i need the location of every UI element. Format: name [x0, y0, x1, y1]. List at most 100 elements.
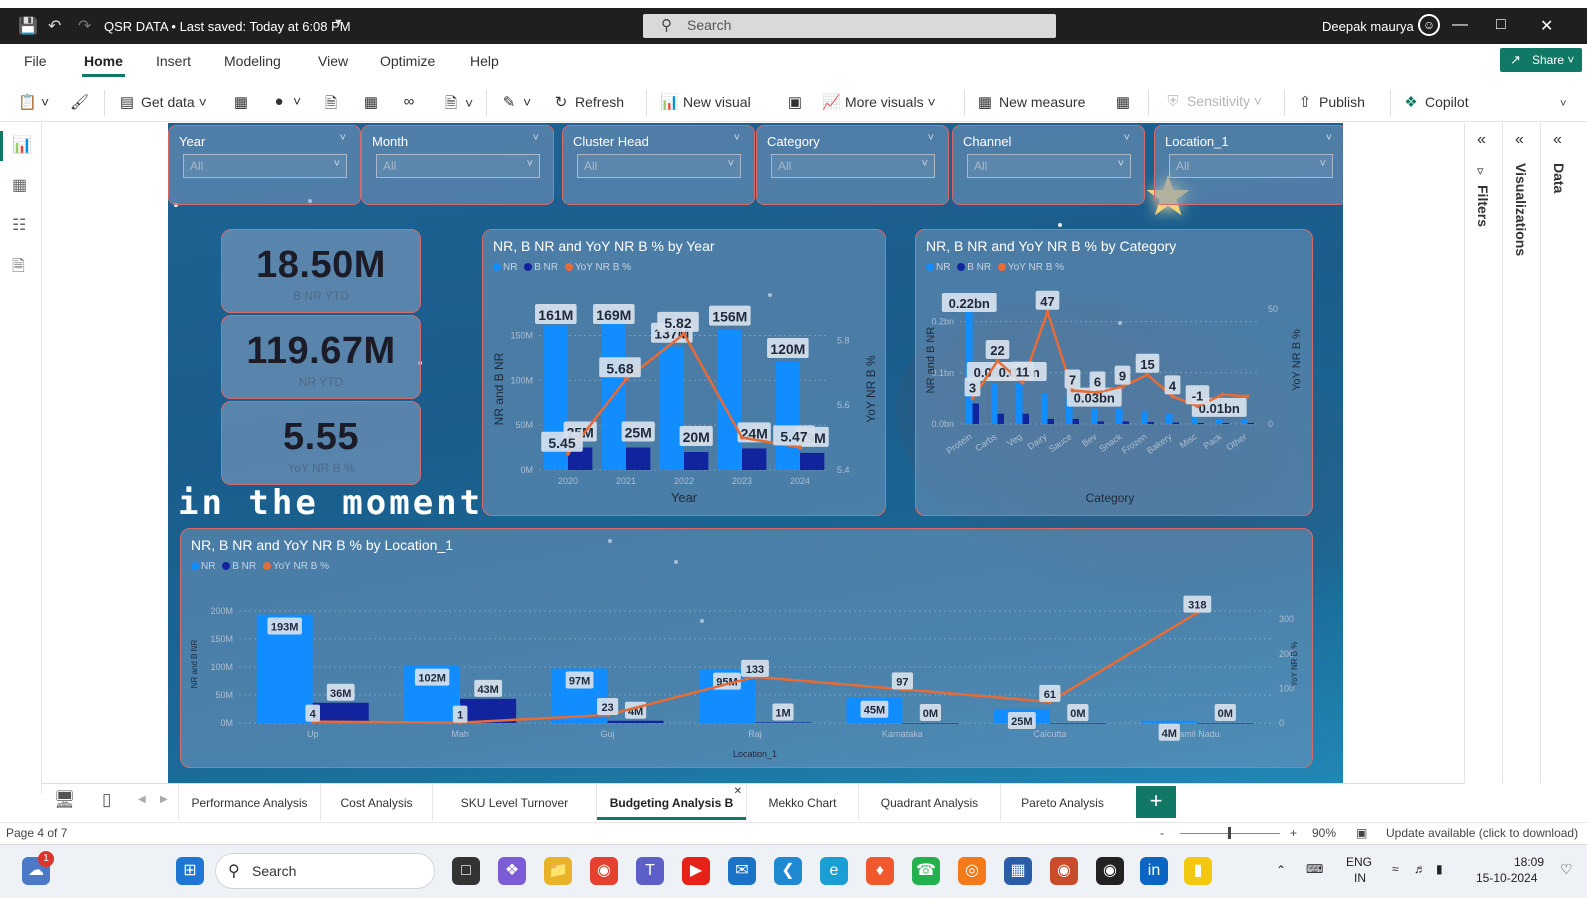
minimize-icon[interactable]: — — [1452, 16, 1468, 34]
slicer-dropdown[interactable]: All ˅ — [771, 154, 935, 178]
collapse-chevron-icon[interactable]: « — [1553, 131, 1562, 149]
slicer-channel[interactable]: Channel ˅ All ˅ — [952, 125, 1145, 205]
redo-icon[interactable]: ↷ — [78, 16, 91, 36]
chevron-down-icon[interactable]: ▼ — [333, 17, 344, 29]
slicer-month[interactable]: Month ˅ All ˅ — [361, 125, 554, 205]
zoom-out-icon[interactable]: - — [1160, 826, 1164, 840]
tab-budgeting-analysis-b[interactable]: Budgeting Analysis B ✕ — [596, 784, 746, 820]
text-box-button[interactable]: ▣ — [786, 93, 809, 111]
volume-icon[interactable]: ♬ — [1414, 862, 1426, 876]
battery-icon[interactable]: ▮ — [1436, 862, 1443, 876]
report-canvas[interactable]: ★ Year ˅ All˅ Month ˅ All˅ Cluster Head … — [168, 123, 1343, 783]
zoom-level[interactable]: 90% — [1312, 826, 1336, 840]
close-icon[interactable]: ✕ — [1540, 16, 1553, 36]
table-view-icon[interactable]: ▦ — [12, 175, 27, 195]
document-title[interactable]: QSR DATA • Last saved: Today at 6:08 PM — [104, 19, 351, 34]
onelake-button[interactable]: ● ˅ — [270, 93, 301, 110]
next-page-icon[interactable]: ▶ — [160, 794, 168, 805]
sql-button[interactable]: 🗎 — [322, 93, 345, 118]
get-data-button[interactable]: ▤ Get data ˅ — [118, 93, 207, 111]
power-bi-icon[interactable]: ▮ — [1184, 857, 1212, 885]
clock-date[interactable]: 15-10-2024 — [1476, 871, 1537, 885]
tab-mekko-chart[interactable]: Mekko Chart — [746, 784, 858, 820]
maximize-icon[interactable]: □ — [1496, 16, 1506, 34]
slicer-dropdown[interactable]: All ˅ — [183, 154, 347, 178]
excel-button[interactable]: ▦ — [232, 93, 255, 111]
format-painter-button[interactable]: 🖌 — [70, 93, 93, 111]
youtube-icon[interactable]: ▶ — [682, 857, 710, 885]
slicer-cluster-head[interactable]: Cluster Head ˅ All ˅ — [562, 125, 755, 205]
mail-icon[interactable]: ✉ — [728, 857, 756, 885]
visualizations-label[interactable]: Visualizations — [1513, 163, 1529, 256]
menu-view[interactable]: View — [318, 53, 348, 69]
chrome-icon[interactable]: ◉ — [590, 857, 618, 885]
kpi-card-nr-ytd[interactable]: 119.67M NR YTD — [221, 315, 421, 399]
menu-insert[interactable]: Insert — [156, 53, 191, 69]
chrome-profile-icon[interactable]: ◉ — [1050, 857, 1078, 885]
save-icon[interactable]: 💾 — [18, 16, 38, 36]
slicer-category[interactable]: Category ˅ All ˅ — [756, 125, 949, 205]
title-search-box[interactable]: ⚲ Search — [643, 14, 1056, 38]
linkedin-icon[interactable]: in — [1140, 857, 1168, 885]
brave-icon[interactable]: ♦ — [866, 857, 894, 885]
refresh-button[interactable]: ↻ Refresh — [552, 93, 624, 111]
chart-nr-by-year[interactable]: NR, B NR and YoY NR B % by Year NR B NR … — [482, 229, 886, 516]
menu-optimize[interactable]: Optimize — [380, 53, 435, 69]
more-visuals-button[interactable]: 📈 More visuals ˅ — [822, 93, 936, 111]
chart-nr-by-category[interactable]: NR, B NR and YoY NR B % by Category NR B… — [915, 229, 1313, 516]
notification-bell-icon[interactable]: ♡ — [1560, 861, 1573, 878]
visualizations-pane[interactable]: « Visualizations — [1502, 123, 1540, 783]
menu-help[interactable]: Help — [470, 53, 499, 69]
dax-query-view-icon[interactable]: 🗎 — [12, 255, 25, 282]
slicer-location[interactable]: Location_1 ˅ All ˅ — [1154, 125, 1343, 205]
copilot-button[interactable]: ❖ Copilot — [1402, 93, 1468, 111]
menu-home[interactable]: Home — [82, 53, 125, 77]
desktop-layout-icon[interactable]: 🖥 — [54, 790, 76, 810]
windows-start-icon[interactable]: ⊞ — [176, 857, 204, 885]
update-available-link[interactable]: Update available (click to download) — [1386, 826, 1578, 840]
previous-page-icon[interactable]: ◀ — [138, 794, 146, 805]
taskbar-search-box[interactable]: ⚲ Search — [215, 853, 435, 889]
undo-icon[interactable]: ↶ — [48, 16, 61, 36]
report-view-icon[interactable]: 📊 — [12, 135, 32, 155]
close-tab-icon[interactable]: ✕ — [734, 786, 742, 797]
slicer-dropdown[interactable]: All ˅ — [577, 154, 741, 178]
slicer-dropdown[interactable]: All ˅ — [1169, 154, 1333, 178]
dataverse-button[interactable]: ∞ — [400, 93, 423, 110]
kpi-card-yoy-nr-b[interactable]: 5.55 YoY NR B % — [221, 401, 421, 485]
filters-label[interactable]: Filters — [1475, 185, 1491, 227]
edge-icon[interactable]: e — [820, 857, 848, 885]
copilot-taskbar-icon[interactable]: ❖ — [498, 857, 526, 885]
system-tray-chevron-icon[interactable]: ⌃ — [1276, 863, 1286, 877]
tab-performance-analysis[interactable]: Performance Analysis — [178, 784, 320, 820]
collapse-chevron-icon[interactable]: « — [1477, 131, 1486, 149]
new-measure-button[interactable]: ▦ New measure — [976, 93, 1085, 111]
tab-pareto-analysis[interactable]: Pareto Analysis — [1000, 784, 1124, 820]
vscode-icon[interactable]: ❮ — [774, 857, 802, 885]
new-visual-button[interactable]: 📊 New visual — [660, 93, 751, 111]
slicer-dropdown[interactable]: All ˅ — [376, 154, 540, 178]
user-name[interactable]: Deepak maurya — [1322, 19, 1414, 34]
share-button[interactable]: ↗ Share ˅ — [1500, 48, 1582, 72]
fit-page-icon[interactable]: ▣ — [1356, 826, 1367, 840]
language-indicator[interactable]: ENG — [1346, 855, 1372, 869]
publish-button[interactable]: ⇧ Publish — [1296, 93, 1365, 111]
recent-sources-button[interactable]: 🗎 ˅ — [442, 93, 473, 118]
avatar-icon[interactable]: ☺ — [1418, 14, 1440, 36]
task-view-icon[interactable]: □ — [452, 857, 480, 885]
transform-data-button[interactable]: ✎ ˅ — [500, 93, 531, 111]
chart-nr-by-location[interactable]: NR, B NR and YoY NR B % by Location_1 NR… — [180, 528, 1313, 768]
slicer-dropdown[interactable]: All ˅ — [967, 154, 1131, 178]
ssms-icon[interactable]: ▦ — [1004, 857, 1032, 885]
whatsapp-icon[interactable]: ☎ — [912, 857, 940, 885]
zoom-in-icon[interactable]: + — [1290, 826, 1297, 840]
enter-data-button[interactable]: ▦ — [362, 93, 385, 111]
mobile-layout-icon[interactable]: ▯ — [102, 790, 111, 810]
paste-button[interactable]: 📋 ˅ — [18, 93, 49, 111]
zoom-slider-thumb[interactable] — [1228, 827, 1231, 839]
wifi-icon[interactable]: ≈ — [1392, 862, 1399, 876]
kpi-card-b-nr-ytd[interactable]: 18.50M B NR YTD — [221, 229, 421, 313]
add-page-button[interactable]: + — [1136, 786, 1176, 818]
tab-quadrant-analysis[interactable]: Quadrant Analysis — [858, 784, 1000, 820]
jupyter-icon[interactable]: ◎ — [958, 857, 986, 885]
